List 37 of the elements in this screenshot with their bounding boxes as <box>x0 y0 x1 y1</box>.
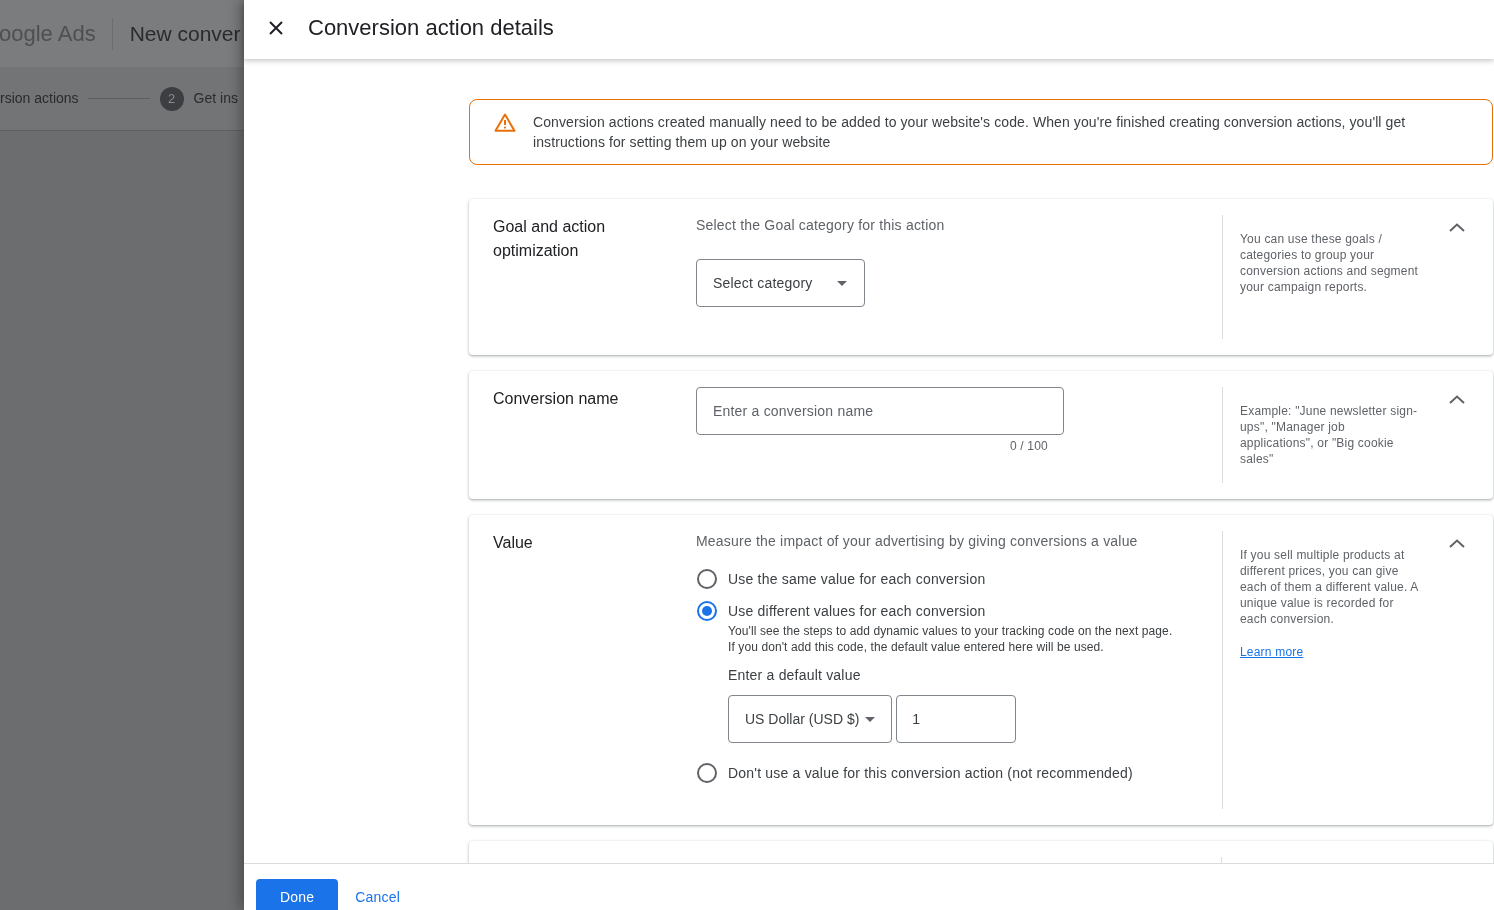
panel-title: Conversion action details <box>308 14 554 42</box>
field-label: Enter a default value <box>728 666 861 685</box>
dropdown-caret-icon <box>865 716 876 722</box>
learn-more-link[interactable]: Learn more <box>1240 644 1304 660</box>
radio-button[interactable] <box>697 763 717 783</box>
collapse-chevron-icon[interactable] <box>1449 223 1465 232</box>
currency-dropdown[interactable]: US Dollar (USD $) <box>728 695 893 743</box>
input-field[interactable]: 1 <box>896 695 1017 743</box>
dropdown-caret-icon <box>837 280 847 286</box>
help-text: You can use these goals / categories to group your conversion actions and segment your campaign reports. <box>1240 231 1420 295</box>
cancel-button[interactable]: Cancel <box>343 879 413 910</box>
done-button[interactable]: Done <box>256 879 339 910</box>
section-title: Conversion name <box>493 389 620 409</box>
collapse-chevron-icon[interactable] <box>1449 395 1465 404</box>
section-title: Value <box>493 533 534 553</box>
page-title: New conver <box>129 20 241 47</box>
radio-button[interactable] <box>697 569 717 589</box>
section-title: Goal and action optimization <box>493 217 607 261</box>
radio-label[interactable]: Use different values for each conversion <box>728 600 986 622</box>
option-description: You'll see the steps to add dynamic values to your tracking code on the next page. If you don't add this code, the default value entered here will be used. <box>728 623 1174 655</box>
step-label: Get ins <box>193 89 238 108</box>
radio-button[interactable] <box>697 601 717 621</box>
radio-label[interactable]: Don't use a value for this conversion action (not recommended) <box>728 762 1133 784</box>
radio-label[interactable]: Use the same value for each conversion <box>728 568 986 590</box>
help-text: If you sell multiple products at different prices, you can give each of them a different value. A unique value is recorded for each conversion. <box>1240 547 1419 627</box>
step-number: 2 <box>159 86 184 111</box>
close-icon[interactable] <box>269 20 283 35</box>
warning-message: Conversion actions created manually need to be added to your website's code. When you're finished creating conversion actions, you'll get instructions for setting them up on your website <box>533 113 1407 152</box>
category-dropdown[interactable]: Select category <box>696 259 865 307</box>
character-counter: 0 / 100 <box>1009 438 1048 454</box>
input-field[interactable]: Enter a conversion name <box>696 387 1064 435</box>
collapse-chevron-icon[interactable] <box>1449 539 1465 548</box>
section-description: Select the Goal category for this action <box>696 216 945 235</box>
help-text: Example: "June newsletter sign-ups", "Manager job applications", or "Big cookie sales" <box>1240 403 1419 467</box>
warning-icon <box>494 113 516 132</box>
step-label: rsion actions <box>0 89 79 108</box>
section-description: Measure the impact of your advertising by giving conversions a value <box>696 532 1139 551</box>
